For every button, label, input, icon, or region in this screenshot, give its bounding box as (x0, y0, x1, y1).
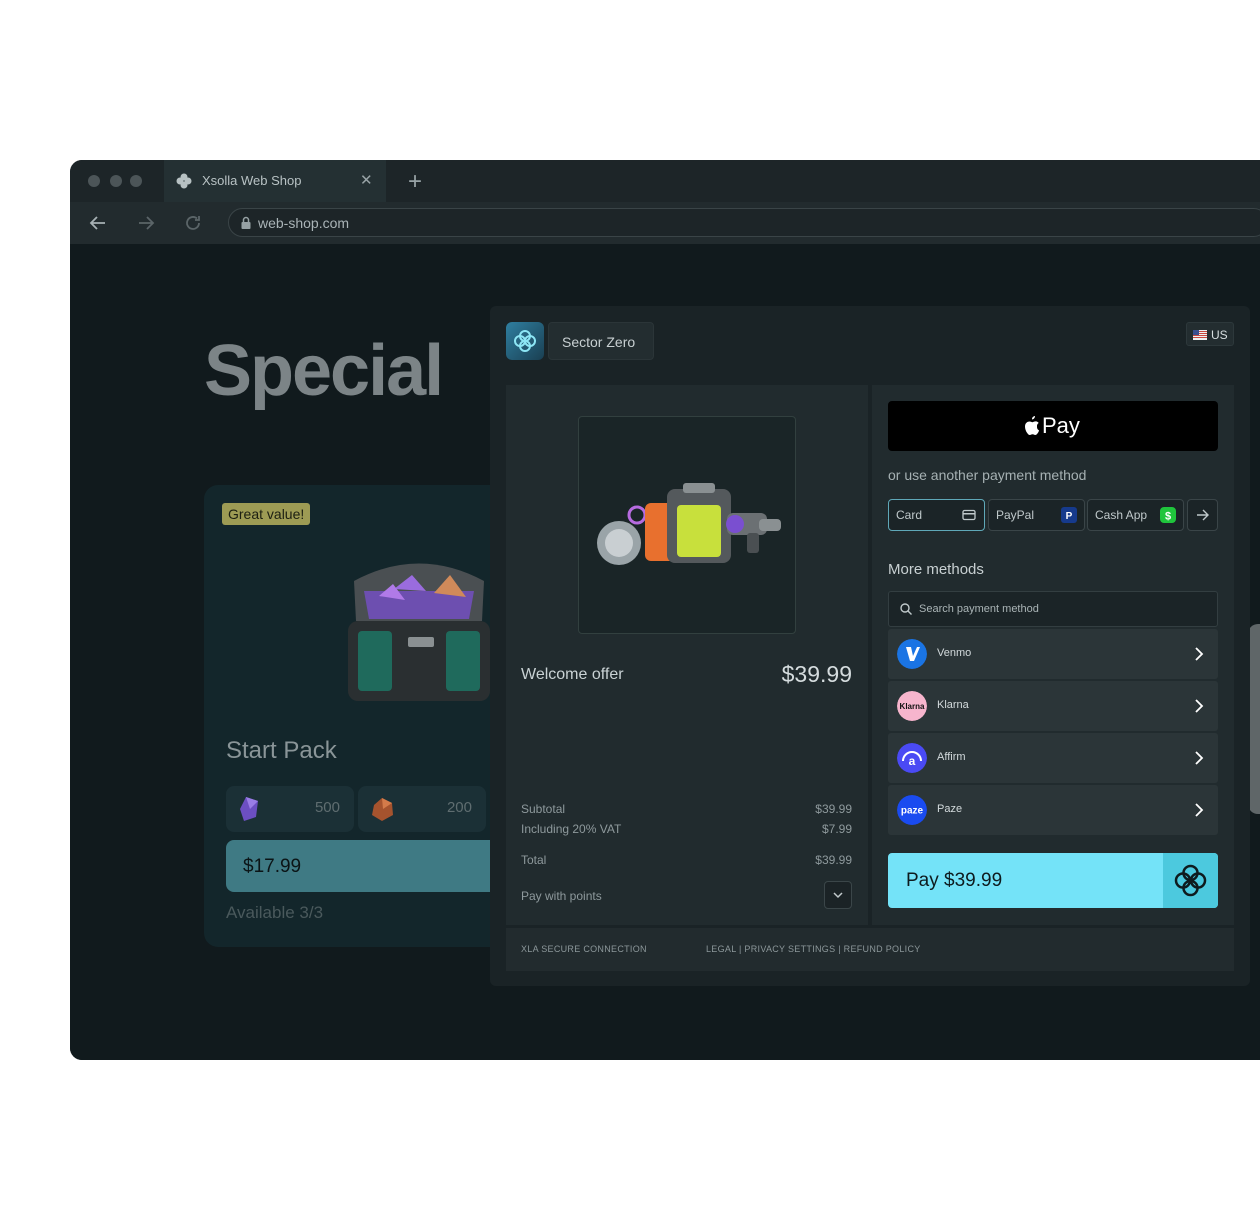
xsolla-logo-icon (176, 173, 192, 189)
resource-item: 500 (226, 786, 354, 832)
pay-button-label: Pay $39.99 (906, 870, 1003, 891)
game-name: Sector Zero (562, 334, 636, 350)
cash-app-icon: $ (1160, 507, 1176, 523)
resource-item: 200 (358, 786, 486, 832)
chevron-down-icon (833, 892, 843, 899)
method-card-button[interactable]: Card (888, 499, 985, 531)
resource-qty: 500 (314, 799, 340, 816)
chevron-right-icon (1195, 803, 1204, 817)
game-logo (506, 322, 544, 360)
search-icon (900, 603, 912, 615)
product-image-frame (578, 416, 796, 634)
method-paypal-button[interactable]: PayPal P (988, 499, 1085, 531)
subtotal-value: $39.99 (815, 802, 852, 816)
forward-arrow-icon[interactable] (134, 211, 158, 235)
reload-icon[interactable] (181, 211, 205, 235)
tab-title: Xsolla Web Shop (202, 173, 302, 188)
pay-button-logo (1163, 853, 1218, 908)
country-code: US (1211, 328, 1228, 342)
window-close-dot[interactable] (88, 175, 100, 187)
treasure-chest-image (348, 563, 490, 701)
payment-search-input[interactable]: Search payment method (888, 591, 1218, 627)
card-icon (962, 509, 976, 521)
vat-value: $7.99 (821, 822, 852, 836)
pack-price: $17.99 (243, 856, 302, 877)
chevron-right-icon (1195, 647, 1204, 661)
method-row-venmo[interactable]: Venmo (888, 629, 1218, 679)
value-badge: Great value! (222, 503, 311, 525)
offer-price: $39.99 (781, 661, 852, 687)
method-name: Venmo (937, 647, 972, 659)
apple-pay-label: Pay (1042, 413, 1080, 438)
tab-close-icon[interactable]: ✕ (360, 173, 373, 189)
method-label: Cash App (1095, 508, 1148, 522)
lock-icon (241, 216, 251, 229)
search-placeholder: Search payment method (919, 603, 1039, 615)
back-arrow-icon[interactable] (86, 211, 110, 235)
new-tab-icon[interactable]: + (408, 168, 422, 196)
more-quick-methods-button[interactable] (1187, 499, 1218, 531)
method-label: Card (896, 508, 923, 522)
points-expand-button[interactable] (824, 881, 852, 909)
affirm-logo-icon: a (897, 743, 927, 773)
subtotal-label: Subtotal (521, 802, 566, 816)
venmo-logo-icon (897, 639, 927, 669)
method-name: Paze (937, 803, 963, 815)
country-selector[interactable]: US (1186, 322, 1234, 346)
chevron-right-icon (1195, 751, 1204, 765)
sector-zero-logo-icon (514, 330, 536, 352)
secure-connection-text: XLA SECURE CONNECTION (521, 944, 647, 954)
checkout-modal: Sector Zero US Welcome offer $39.99 Subt… (490, 306, 1250, 986)
checkout-footer: XLA SECURE CONNECTION LEGAL | PRIVACY SE… (506, 928, 1234, 971)
klarna-logo-icon: Klarna (897, 691, 927, 721)
availability-text: Available 3/3 (226, 903, 324, 922)
vat-label: Including 20% VAT (521, 822, 622, 836)
pack-name: Start Pack (226, 737, 337, 764)
url-text: web-shop.com (258, 215, 350, 231)
browser-tab[interactable]: Xsolla Web Shop ✕ (164, 160, 386, 202)
total-label: Total (521, 853, 547, 867)
apple-pay-button[interactable]: Pay (888, 401, 1218, 451)
method-row-klarna[interactable]: Klarna Klarna (888, 681, 1218, 731)
method-name: Affirm (937, 751, 966, 763)
alt-methods-text: or use another payment method (888, 467, 1087, 483)
orange-ore-icon (372, 798, 393, 821)
address-bar[interactable]: web-shop.com (228, 208, 1260, 237)
arrow-right-icon (1197, 509, 1209, 521)
svg-text:Klarna: Klarna (900, 702, 925, 711)
us-flag-icon (1193, 330, 1207, 340)
total-value: $39.99 (815, 853, 852, 867)
svg-text:$: $ (1165, 511, 1171, 523)
svg-text:paze: paze (901, 806, 924, 817)
order-summary-pane: Welcome offer $39.99 Subtotal $39.99 Inc… (506, 385, 868, 925)
svg-text:a: a (909, 754, 916, 768)
pay-with-points-label: Pay with points (521, 889, 602, 903)
method-row-paze[interactable]: paze Paze (888, 785, 1218, 835)
resource-qty: 200 (446, 799, 472, 816)
nav-bar: web-shop.com (70, 202, 1260, 244)
apple-icon (1025, 416, 1040, 435)
tab-bar: Xsolla Web Shop ✕ + (70, 160, 1260, 202)
purple-crystal-icon (240, 797, 258, 821)
chevron-right-icon (1195, 699, 1204, 713)
method-row-affirm[interactable]: a Affirm (888, 733, 1218, 783)
payment-pane: Pay or use another payment method Card P… (872, 385, 1234, 925)
paze-logo-icon: paze (897, 795, 927, 825)
buy-pack-button[interactable]: $17.99 (226, 840, 526, 892)
svg-text:P: P (1066, 511, 1073, 522)
hero-title: Special (204, 331, 444, 411)
more-methods-title: More methods (888, 561, 984, 578)
method-label: PayPal (996, 508, 1035, 522)
window-minimize-dot[interactable] (110, 175, 122, 187)
window-maximize-dot[interactable] (130, 175, 142, 187)
game-name-badge: Sector Zero (548, 322, 654, 360)
game-logo-icon (1174, 864, 1207, 897)
offer-name: Welcome offer (521, 666, 624, 683)
pay-button[interactable]: Pay $39.99 (888, 853, 1218, 908)
paypal-icon: P (1061, 507, 1077, 523)
method-cash-app-button[interactable]: Cash App $ (1087, 499, 1184, 531)
weapon-bundle-image (597, 483, 781, 565)
legal-links[interactable]: LEGAL | PRIVACY SETTINGS | REFUND POLICY (706, 944, 921, 954)
method-name: Klarna (937, 699, 969, 711)
